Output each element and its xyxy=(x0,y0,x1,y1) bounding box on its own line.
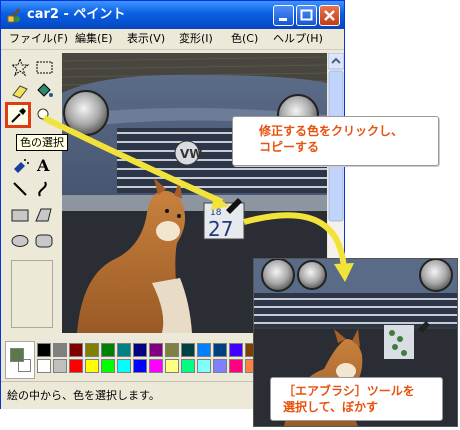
annotation-arrows xyxy=(42,115,354,282)
arrow-to-inset xyxy=(243,212,347,271)
arrow-to-plate xyxy=(42,115,224,205)
arrow-head-inset xyxy=(334,263,354,282)
